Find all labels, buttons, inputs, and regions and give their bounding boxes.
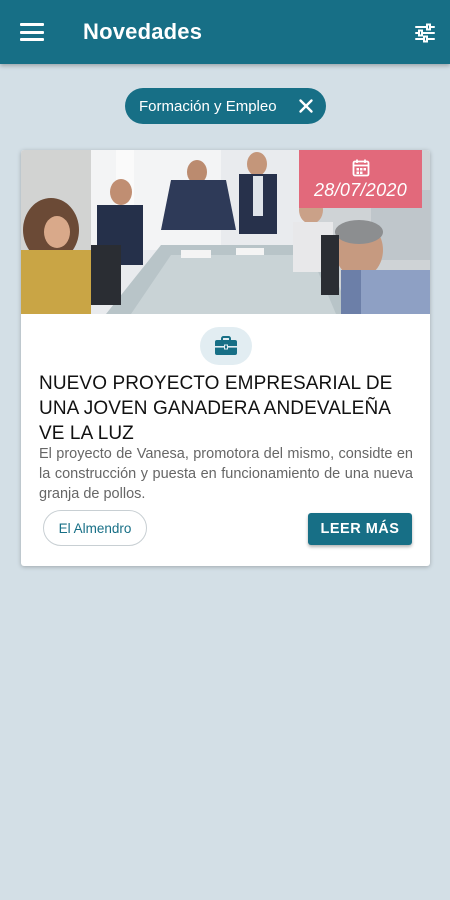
- menu-icon[interactable]: [20, 21, 44, 43]
- news-summary: El proyecto de Vanesa, promotora del mis…: [39, 446, 413, 502]
- category-badge: [200, 327, 252, 365]
- close-icon[interactable]: [298, 98, 314, 114]
- date-badge: 28/07/2020: [299, 150, 422, 208]
- briefcase-icon: [215, 336, 237, 355]
- location-chip[interactable]: El Almendro: [43, 510, 147, 546]
- news-date: 28/07/2020: [313, 180, 408, 200]
- filter-chip[interactable]: Formación y Empleo: [125, 88, 326, 124]
- calendar-icon: [352, 159, 369, 177]
- news-card[interactable]: 28/07/2020 NUEVO PROYECTO EMPRESARIAL DE…: [21, 150, 430, 566]
- app-bar: Novedades: [0, 0, 450, 64]
- news-photo: 28/07/2020: [21, 150, 430, 314]
- read-more-button[interactable]: LEER MÁS: [308, 513, 412, 545]
- news-title[interactable]: NUEVO PROYECTO EMPRESARIAL DE UNA JOVEN …: [39, 371, 414, 446]
- page-title: Novedades: [83, 19, 203, 44]
- filter-chip-label: Formación y Empleo: [139, 97, 277, 115]
- sliders-icon[interactable]: [412, 20, 438, 46]
